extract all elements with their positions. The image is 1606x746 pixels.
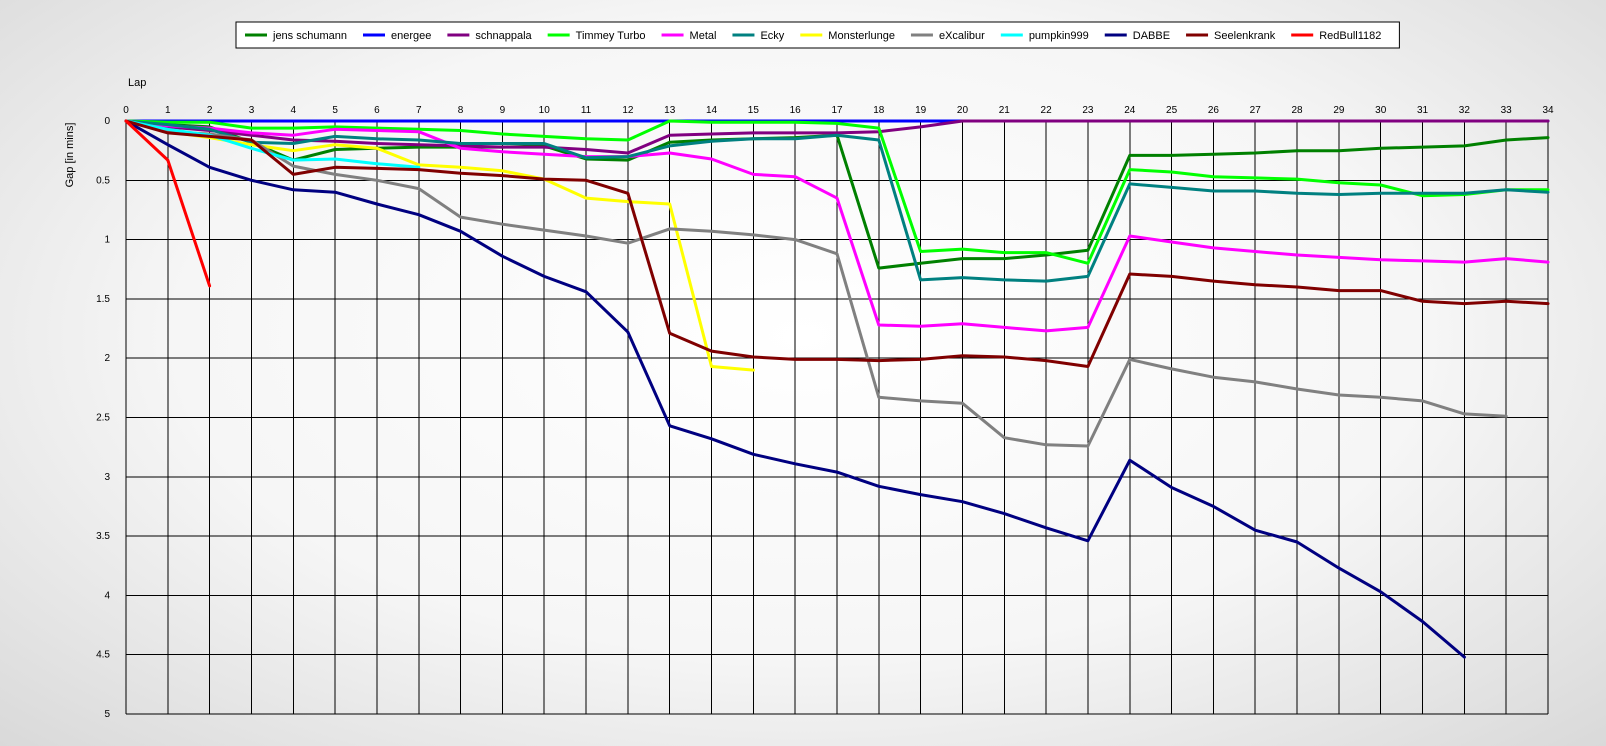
legend-label: RedBull1182 [1319,30,1381,42]
legend-label: energee [391,30,431,42]
plot-area: 0 1 2 3 4 5 6 7 8 9 10 11 12 13 14 15 16 17 18 19 20 21 22 23 24… [96,105,1554,720]
x-tick-label: 12 [622,105,634,116]
x-tick-label: 14 [706,105,718,116]
y-tick-label: 3 [104,472,110,483]
legend-label: eXcalibur [939,30,985,42]
x-tick-label: 1 [165,105,171,116]
y-tick-label: 0.5 [96,175,110,186]
x-tick-label: 32 [1459,105,1471,116]
y-tick-label: 4.5 [96,650,110,661]
grid [125,120,1549,715]
x-tick-label: 6 [374,105,380,116]
legend-label: DABBE [1133,30,1170,42]
x-tick-label: 3 [249,105,255,116]
x-tick-label: 7 [416,105,422,116]
x-tick-label: 0 [123,105,129,116]
y-tick-label: 2 [104,353,110,364]
x-tick-labels: 0 1 2 3 4 5 6 7 8 9 10 11 12 13 14 15 16 17 18 19 20 21 22 23 24… [123,105,1554,116]
x-tick-label: 17 [831,105,843,116]
x-tick-label: 26 [1208,105,1220,116]
y-axis-title: Gap [in mins] [64,123,76,188]
x-tick-label: 24 [1124,105,1136,116]
legend: jens schumann energee schnappala Timmey Tur… [235,21,1400,49]
y-tick-label: 0 [104,116,110,127]
x-tick-label: 8 [458,105,464,116]
y-tick-label: 1 [104,235,110,246]
x-tick-label: 20 [957,105,969,116]
x-tick-label: 23 [1082,105,1094,116]
x-tick-label: 15 [748,105,760,116]
x-tick-label: 31 [1417,105,1429,116]
y-tick-label: 1.5 [96,294,110,305]
legend-label: Ecky [760,30,784,42]
x-tick-label: 22 [1041,105,1053,116]
legend-label: schnappala [475,30,532,42]
legend-label: pumpkin999 [1029,30,1089,42]
y-tick-label: 2.5 [96,413,110,424]
legend-label: Seelenkrank [1214,30,1276,42]
x-tick-label: 9 [500,105,506,116]
legend-label: Metal [690,30,717,42]
x-tick-label: 29 [1333,105,1345,116]
y-tick-labels: 0 0.5 1 1.5 2 2.5 3 3.5 4 4.5 5 [96,116,110,720]
x-tick-label: 16 [790,105,802,116]
x-tick-label: 34 [1542,105,1554,116]
series-line [124,119,755,372]
y-tick-label: 3.5 [96,531,110,542]
x-tick-label: 13 [664,105,676,116]
x-tick-label: 27 [1250,105,1262,116]
x-tick-label: 33 [1501,105,1513,116]
y-tick-label: 4 [104,590,110,601]
x-tick-label: 4 [291,105,297,116]
x-tick-label: 5 [332,105,338,116]
lap-gap-chart: jens schumann energee schnappala Timmey Tur… [64,21,1554,720]
x-tick-label: 2 [207,105,213,116]
x-axis-title: Lap [128,77,146,89]
x-tick-label: 10 [539,105,551,116]
x-tick-label: 30 [1375,105,1387,116]
x-tick-label: 25 [1166,105,1178,116]
x-tick-label: 18 [873,105,885,116]
legend-label: jens schumann [272,30,347,42]
y-tick-label: 5 [104,709,110,720]
x-tick-label: 11 [581,105,592,116]
x-tick-label: 19 [915,105,927,116]
legend-label: Monsterlunge [828,30,895,42]
legend-label: Timmey Turbo [576,30,646,42]
series-line [124,119,1508,448]
x-tick-label: 21 [999,105,1011,116]
x-tick-label: 28 [1291,105,1303,116]
